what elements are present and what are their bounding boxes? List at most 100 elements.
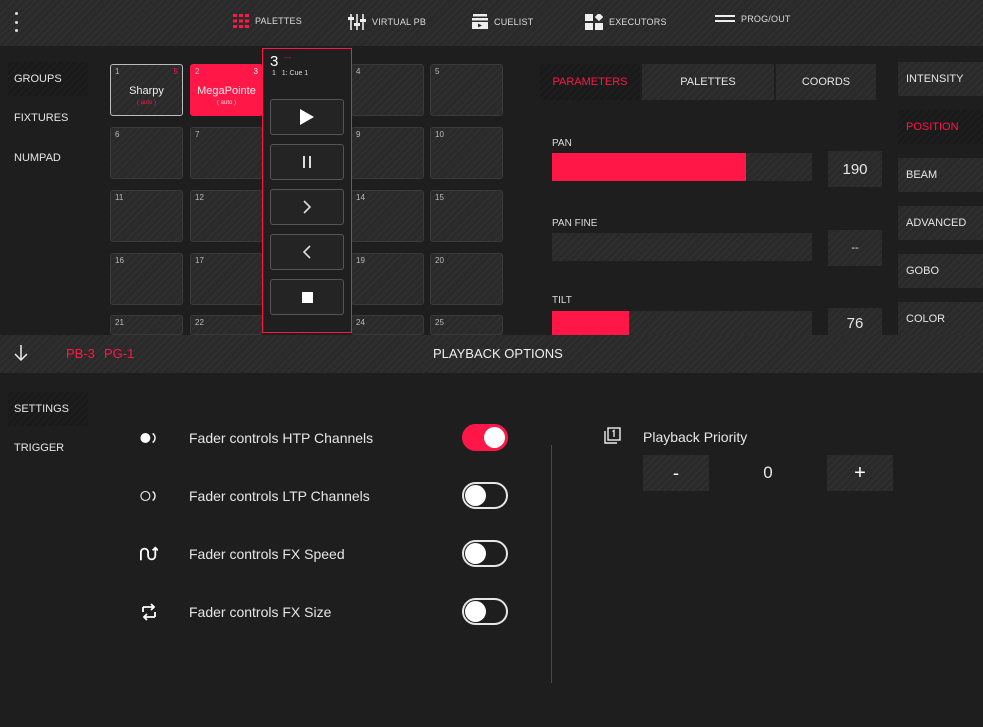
group-cell-number: 14 (356, 193, 365, 202)
nav-numpad[interactable]: NUMPAD (8, 141, 88, 175)
nav-settings-label: SETTINGS (14, 403, 70, 415)
option-ltp: Fader controls LTP Channels (140, 478, 520, 514)
fx-size-toggle[interactable] (462, 598, 508, 625)
param-value-pan[interactable]: 190 (828, 151, 882, 187)
toggle-knob (465, 485, 486, 506)
group-cell-number: 9 (356, 130, 361, 139)
nav-fixtures[interactable]: FIXTURES (8, 101, 88, 135)
play-icon (300, 109, 314, 125)
nav-prog-out-label: PROG/OUT (741, 14, 791, 24)
param-label-pan-fine: PAN FINE (552, 218, 598, 229)
priority-increment-button[interactable]: + (827, 455, 893, 491)
group-cell-number: 6 (115, 130, 120, 139)
group-cell[interactable]: 5 (430, 64, 503, 116)
nav-virtual-pb[interactable]: VIRTUAL PB (348, 14, 426, 30)
nav-virtual-pb-label: VIRTUAL PB (372, 17, 427, 27)
fx-speed-toggle[interactable] (462, 540, 508, 567)
htp-toggle[interactable] (462, 424, 508, 451)
group-cell-mode: ( auto ) (136, 100, 156, 106)
group-cell[interactable]: 12 (190, 190, 263, 242)
nav-settings[interactable]: SETTINGS (8, 392, 88, 426)
group-cell[interactable]: 9 (351, 127, 424, 179)
previous-button[interactable] (270, 234, 344, 270)
nav-position-label: POSITION (906, 121, 959, 133)
group-cell[interactable]: 21 (110, 315, 183, 335)
pause-button[interactable] (270, 144, 344, 180)
group-cell[interactable]: 20 (430, 253, 503, 305)
group-cell[interactable]: 16 (110, 253, 183, 305)
param-fill-tilt (552, 311, 630, 335)
group-cell-count: 3 (253, 67, 258, 76)
group-cell[interactable]: 7 (190, 127, 263, 179)
group-cell-number: 10 (435, 130, 444, 139)
group-cell[interactable]: 22 (190, 315, 263, 335)
group-cell-sharpy[interactable]: 1 5 Sharpy ( auto ) (110, 64, 183, 116)
group-cell[interactable]: 11 (110, 190, 183, 242)
menu-icon[interactable] (8, 10, 24, 34)
nav-palettes[interactable]: PALETTES (233, 14, 302, 28)
nav-advanced-label: ADVANCED (906, 217, 967, 229)
group-cell-number: 15 (435, 193, 444, 202)
option-fx-size: Fader controls FX Size (140, 594, 520, 630)
fx-speed-icon (140, 545, 158, 563)
group-cell[interactable]: 17 (190, 253, 263, 305)
group-cell-number: 7 (195, 130, 200, 139)
playback-id: PB-3 (66, 346, 95, 361)
param-label-pan: PAN (552, 138, 572, 149)
param-value-pan-fine[interactable]: -- (828, 230, 882, 266)
previous-icon (303, 245, 311, 259)
tab-coords[interactable]: COORDS (776, 64, 876, 100)
nav-numpad-label: NUMPAD (14, 152, 61, 164)
nav-cuelist-label: CUELIST (494, 16, 534, 27)
group-cell[interactable]: 10 (430, 127, 503, 179)
group-cell[interactable]: 19 (351, 253, 424, 305)
next-button[interactable] (270, 189, 344, 225)
param-value-tilt[interactable]: 76 (828, 308, 882, 338)
nav-beam[interactable]: BEAM (898, 158, 983, 192)
group-cell-number: 24 (356, 318, 365, 327)
nav-advanced[interactable]: ADVANCED (898, 206, 983, 240)
group-cell[interactable]: 14 (351, 190, 424, 242)
tab-parameters[interactable]: PARAMETERS (540, 64, 640, 100)
play-button[interactable] (270, 99, 344, 135)
tab-palettes-label: PALETTES (680, 76, 736, 88)
group-cell-number: 12 (195, 193, 204, 202)
group-cell-megapointe[interactable]: 2 3 MegaPointe ( auto ) (190, 64, 263, 116)
group-cell[interactable]: 6 (110, 127, 183, 179)
nav-cuelist[interactable]: CUELIST (472, 14, 533, 29)
tab-palettes[interactable]: PALETTES (642, 64, 774, 100)
toggle-knob (484, 427, 505, 448)
collapse-arrow-icon[interactable] (14, 344, 28, 367)
stop-button[interactable] (270, 279, 344, 315)
prog-out-icon (715, 15, 735, 23)
htp-icon (140, 429, 158, 447)
next-icon (303, 200, 311, 214)
group-cell[interactable]: 4 (351, 64, 424, 116)
nav-beam-label: BEAM (906, 169, 938, 181)
group-cell[interactable]: 25 (430, 315, 503, 335)
param-bar-tilt[interactable] (552, 311, 812, 335)
nav-intensity[interactable]: INTENSITY (898, 62, 983, 96)
nav-groups-label: GROUPS (14, 73, 62, 85)
option-htp: Fader controls HTP Channels (140, 420, 520, 456)
param-bar-pan-fine[interactable] (552, 233, 812, 261)
group-cell[interactable]: 15 (430, 190, 503, 242)
nav-intensity-label: INTENSITY (906, 73, 964, 85)
nav-groups[interactable]: GROUPS (8, 62, 88, 96)
nav-trigger[interactable]: TRIGGER (8, 431, 88, 465)
fx-size-icon (140, 603, 158, 621)
nav-color[interactable]: COLOR (898, 302, 983, 336)
param-bar-pan[interactable] (552, 153, 812, 181)
nav-gobo[interactable]: GOBO (898, 254, 983, 288)
faders-icon (348, 14, 366, 30)
nav-executors[interactable]: EXECUTORS (585, 14, 667, 30)
group-cell[interactable]: 24 (351, 315, 424, 335)
group-cell-count: 5 (173, 67, 178, 76)
nav-gobo-label: GOBO (906, 265, 940, 277)
priority-decrement-button[interactable]: - (643, 455, 709, 491)
toggle-knob (465, 543, 486, 564)
option-htp-label: Fader controls HTP Channels (189, 430, 374, 446)
nav-prog-out[interactable]: PROG/OUT (715, 14, 791, 24)
ltp-toggle[interactable] (462, 482, 508, 509)
nav-position[interactable]: POSITION (898, 110, 983, 144)
